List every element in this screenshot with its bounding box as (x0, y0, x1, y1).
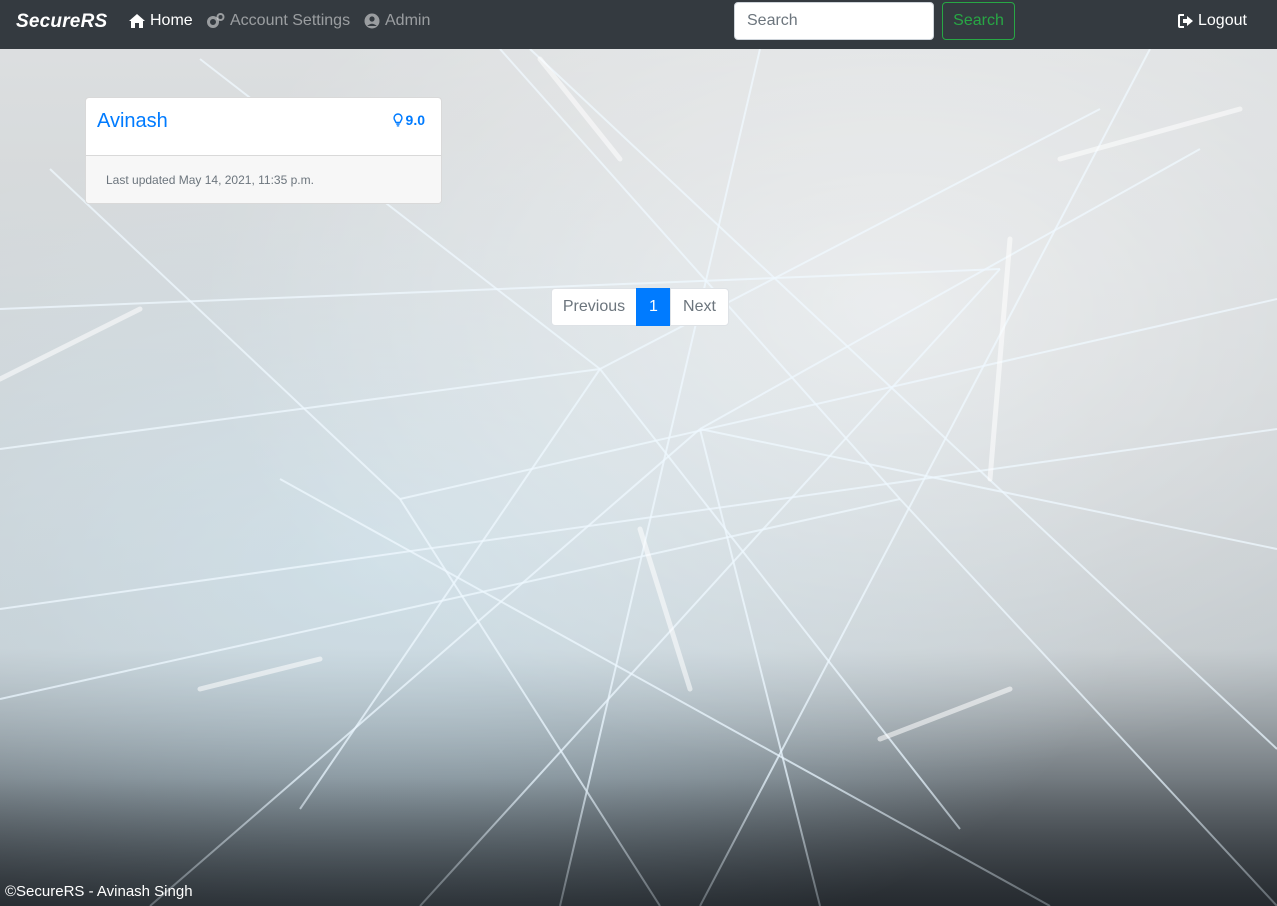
gears-icon (207, 13, 225, 28)
nav-account-settings-label: Account Settings (230, 12, 351, 29)
home-icon (129, 14, 145, 28)
nav-admin-label: Admin (385, 12, 431, 29)
user-card: Avinash 9.0 Last updated May 14, 2021, 1… (85, 97, 442, 204)
previous-page-button[interactable]: Previous (551, 288, 637, 326)
nav-account-settings[interactable]: Account Settings (207, 12, 350, 30)
user-circle-icon (364, 13, 380, 29)
nav-home-label: Home (150, 12, 193, 29)
lightbulb-icon (392, 113, 403, 127)
nav-home[interactable]: Home (129, 12, 193, 30)
score-badge: 9.0 (392, 112, 425, 128)
last-updated-text: Last updated May 14, 2021, 11:35 p.m. (106, 173, 314, 187)
card-title-link[interactable]: Avinash (97, 110, 168, 133)
pagination: Previous 1 Next (551, 288, 729, 326)
brand-logo[interactable]: SecureRS (16, 11, 107, 33)
card-body: Avinash 9.0 (86, 98, 441, 155)
search-button[interactable]: Search (942, 2, 1015, 40)
footer-copyright: ©SecureRS - Avinash Singh (5, 883, 193, 900)
nav-admin[interactable]: Admin (364, 12, 430, 30)
card-footer: Last updated May 14, 2021, 11:35 p.m. (86, 155, 441, 203)
search-input[interactable] (734, 2, 934, 40)
next-page-button[interactable]: Next (670, 288, 729, 326)
navbar: SecureRS Home Account Settings Admin Sea… (0, 0, 1277, 49)
logout-label: Logout (1198, 12, 1247, 29)
sign-out-icon (1178, 14, 1193, 28)
score-value: 9.0 (405, 112, 425, 128)
logout-link[interactable]: Logout (1178, 12, 1247, 30)
current-page-button[interactable]: 1 (636, 288, 671, 326)
